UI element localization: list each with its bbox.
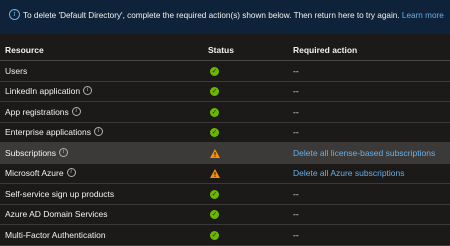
table-row[interactable]: Azure AD Domain Services ✓ -- bbox=[0, 204, 450, 225]
resource-cell: Enterprise applications i bbox=[0, 122, 205, 143]
checkmark-circle-icon: ✓ bbox=[210, 128, 219, 138]
resource-cell: Azure AD Domain Services bbox=[0, 204, 205, 225]
status-cell: ✓ bbox=[205, 81, 293, 102]
table-row[interactable]: Enterprise applications i ✓ -- bbox=[0, 122, 450, 143]
checkmark-circle-icon: ✓ bbox=[210, 107, 219, 117]
table-row[interactable]: Self-service sign up products ✓ -- bbox=[0, 183, 450, 205]
status-cell: ✓ bbox=[205, 101, 293, 123]
required-action-text: -- bbox=[293, 188, 299, 199]
column-header-required-action[interactable]: Required action bbox=[293, 40, 450, 61]
required-action-text: -- bbox=[293, 65, 299, 76]
resource-name: Enterprise applications bbox=[5, 127, 91, 138]
table-row[interactable]: App registrations i ✓ -- bbox=[0, 101, 450, 123]
warning-triangle-icon bbox=[210, 148, 220, 158]
required-action-cell: -- bbox=[293, 224, 450, 246]
resource-name: Subscriptions bbox=[5, 147, 57, 158]
required-action-text: -- bbox=[293, 106, 299, 117]
table-row[interactable]: Users ✓ -- bbox=[0, 60, 450, 82]
learn-more-link[interactable]: Learn more bbox=[402, 11, 444, 20]
status-cell: ✓ bbox=[205, 60, 293, 82]
required-action-cell: -- bbox=[293, 122, 450, 143]
resource-name: Azure AD Domain Services bbox=[5, 209, 108, 220]
resource-cell: Multi-Factor Authentication bbox=[0, 224, 205, 246]
resource-cell: Subscriptions i bbox=[0, 142, 205, 164]
column-header-resource[interactable]: Resource bbox=[0, 40, 205, 61]
status-cell: ✓ bbox=[205, 183, 293, 205]
table-row[interactable]: Microsoft Azure i Delete all Azure subscri… bbox=[0, 163, 450, 184]
resource-name: App registrations bbox=[5, 106, 69, 117]
required-action-link[interactable]: Delete all license-based subscriptions bbox=[293, 148, 435, 158]
checkmark-circle-icon: ✓ bbox=[210, 189, 219, 199]
table-row[interactable]: Subscriptions i Delete all license-based s… bbox=[0, 142, 450, 164]
status-cell: ✓ bbox=[205, 204, 293, 225]
checkmark-circle-icon: ✓ bbox=[210, 230, 219, 240]
info-icon: i bbox=[9, 9, 20, 21]
required-action-link[interactable]: Delete all Azure subscriptions bbox=[293, 168, 405, 178]
required-action-text: -- bbox=[293, 229, 299, 240]
table-row[interactable]: Multi-Factor Authentication ✓ -- bbox=[0, 224, 450, 246]
status-cell: ✓ bbox=[205, 224, 293, 246]
info-icon[interactable]: i bbox=[59, 147, 69, 157]
info-icon[interactable]: i bbox=[71, 106, 81, 116]
resource-cell: App registrations i bbox=[0, 101, 205, 123]
resource-cell: Users bbox=[0, 60, 205, 82]
info-icon[interactable]: i bbox=[83, 86, 93, 96]
status-cell bbox=[205, 142, 293, 164]
required-action-cell: -- bbox=[293, 204, 450, 225]
required-action-cell: -- bbox=[293, 101, 450, 123]
resource-name: LinkedIn application bbox=[5, 86, 81, 97]
checkmark-circle-icon: ✓ bbox=[210, 210, 219, 220]
required-action-text: -- bbox=[293, 86, 299, 97]
checkmark-circle-icon: ✓ bbox=[210, 66, 219, 76]
required-action-cell: -- bbox=[293, 60, 450, 82]
required-action-cell: Delete all license-based subscriptions bbox=[293, 142, 450, 164]
table-header-row: Resource Status Required action bbox=[0, 40, 450, 61]
info-icon[interactable]: i bbox=[66, 168, 76, 178]
resource-name: Self-service sign up products bbox=[5, 188, 115, 199]
resource-cell: Microsoft Azure i bbox=[0, 163, 205, 184]
table-row[interactable]: LinkedIn application i ✓ -- bbox=[0, 81, 450, 102]
banner-message: To delete 'Default Directory', complete … bbox=[23, 11, 400, 20]
required-actions-table: Resource Status Required action Users ✓ --… bbox=[0, 40, 450, 246]
required-action-text: -- bbox=[293, 127, 299, 138]
required-action-cell: Delete all Azure subscriptions bbox=[293, 163, 450, 184]
required-action-cell: -- bbox=[293, 183, 450, 205]
column-header-status[interactable]: Status bbox=[205, 40, 293, 61]
warning-triangle-icon bbox=[210, 169, 220, 179]
status-cell bbox=[205, 163, 293, 184]
required-action-text: -- bbox=[293, 209, 299, 220]
resource-name: Microsoft Azure bbox=[5, 168, 64, 179]
resource-cell: Self-service sign up products bbox=[0, 183, 205, 205]
status-cell: ✓ bbox=[205, 122, 293, 143]
resource-cell: LinkedIn application i bbox=[0, 81, 205, 102]
checkmark-circle-icon: ✓ bbox=[210, 87, 219, 97]
info-icon[interactable]: i bbox=[94, 127, 103, 137]
info-banner: i To delete 'Default Directory', complete… bbox=[0, 0, 450, 34]
resource-name: Users bbox=[5, 65, 28, 76]
required-action-cell: -- bbox=[293, 81, 450, 102]
resource-name: Multi-Factor Authentication bbox=[5, 229, 106, 240]
